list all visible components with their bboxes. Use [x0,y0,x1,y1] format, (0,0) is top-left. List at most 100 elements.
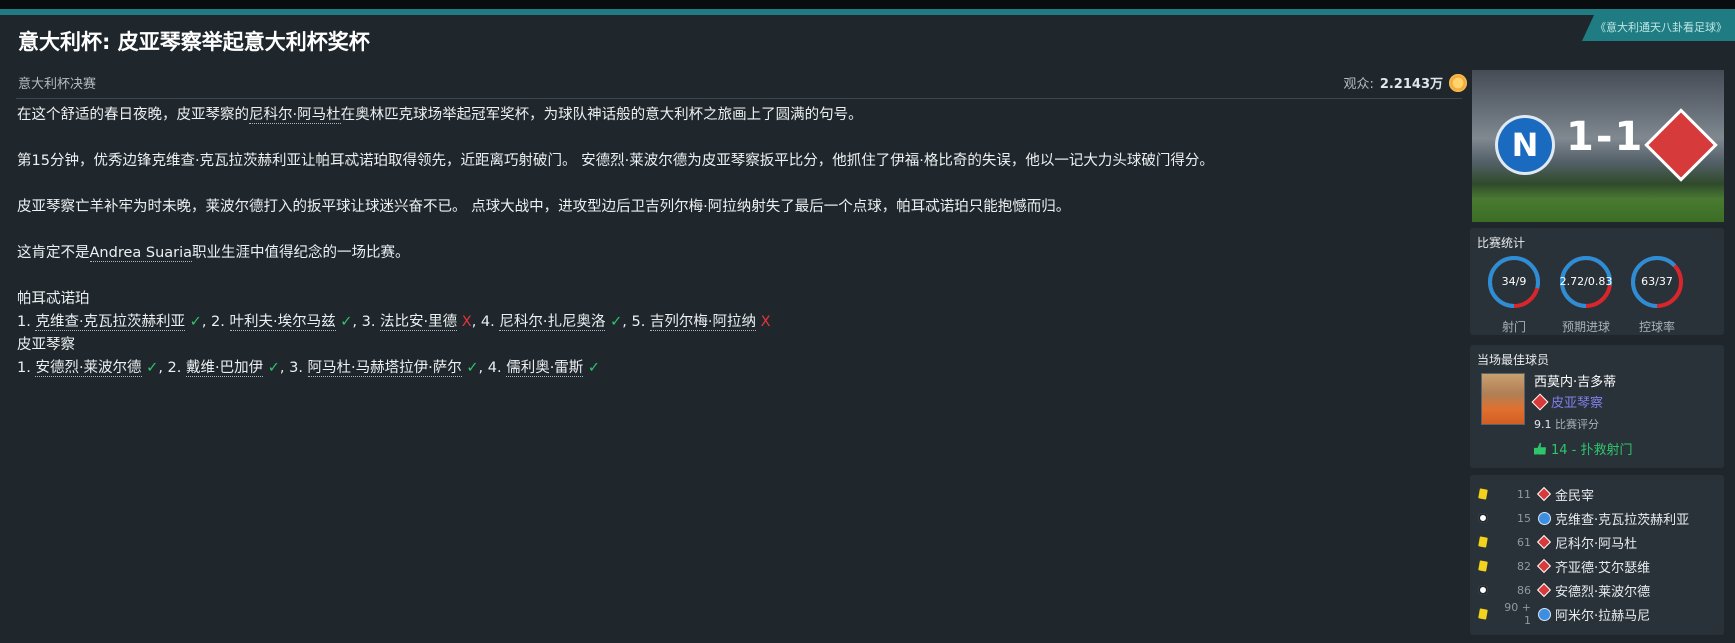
stat-value: 63/37 [1641,275,1673,288]
source-tag[interactable]: 《意大利通天八卦看足球》 [1582,15,1735,41]
yellow-card-icon-wrap [1470,608,1496,620]
thumbs-up-icon [1534,442,1546,455]
penalty-number: 5. [631,314,646,330]
piacenza-badge-icon [1536,582,1552,598]
yellow-card-icon-wrap [1470,488,1496,500]
event-row[interactable]: 82 齐亚德·艾尔瑟维 [1470,555,1724,577]
penalty-taker[interactable]: 儒利奥·雷斯 [506,360,584,377]
event-minute: 82 [1517,559,1531,573]
motm-title: 当场最佳球员 [1477,353,1550,367]
stat-2[interactable]: 63/37 控球率 [1627,252,1687,335]
event-minute: 11 [1517,487,1531,501]
penalty-missed-icon: X [760,314,771,330]
penalty-taker[interactable]: 法比安·里德 [380,314,458,331]
event-row[interactable]: 90 + 1 阿米尔·拉赫马尼 [1470,601,1724,627]
event-player[interactable]: 安德烈·莱波尔德 [1555,581,1650,600]
penalty-taker[interactable]: 戴维·巴加伊 [186,360,264,377]
goal-icon-wrap [1470,585,1496,595]
stat-0[interactable]: 34/9 射门 [1484,252,1544,335]
penalty-number: 1. [17,360,31,376]
motm-highlight-text: 14 - 扑救射门 [1551,443,1633,458]
penalty-taker[interactable]: 克维查·克瓦拉茨赫利亚 [35,314,186,331]
report-paragraph-3: 皮亚琴察亡羊补牢为时未晚，莱波尔德打入的扳平球让球迷兴奋不已。 点球大战中，进攻… [17,199,1071,215]
event-player[interactable]: 齐亚德·艾尔瑟维 [1555,557,1650,576]
score-separator: - [1595,114,1615,160]
top-accent-line [0,9,1735,15]
penalty-scored-icon: ✓ [466,360,479,376]
event-row[interactable]: 15 克维查·克瓦拉茨赫利亚 [1470,507,1724,529]
player-link[interactable]: Andrea Suaria [89,245,193,262]
yellow-card-icon-wrap [1470,536,1496,548]
penalty-scored-icon: ✓ [587,360,601,376]
penalty-scored-icon: ✓ [610,314,623,330]
headline: 意大利杯: 皮亚琴察举起意大利杯奖杯 [18,30,370,54]
penalty-number: 2. [167,360,182,376]
penalty-missed-icon: X [461,314,472,330]
competition-label: 意大利杯决赛 [18,77,97,92]
motm-club[interactable]: 皮亚琴察 [1531,392,1604,411]
player-of-match-panel: 当场最佳球员 西莫内·吉多蒂 皮亚琴察 9.1 比赛评分 14 - 扑救射门 [1470,345,1724,468]
stat-label: 射门 [1501,320,1526,334]
rating-value: 9.1 [1534,418,1552,431]
player-link[interactable]: 尼科尔·阿马杜 [249,107,341,124]
match-report: 在这个舒适的春日夜晚，皮亚琴察的尼科尔·阿马杜在奥林匹克球场举起冠军奖杯，为球队… [17,104,1457,380]
penalty-scored-icon: ✓ [189,314,202,330]
event-row[interactable]: 61 尼科尔·阿马杜 [1470,531,1724,553]
stat-1[interactable]: 2.72/0.83 预期进球 [1556,252,1616,335]
away-team-logo[interactable] [1648,112,1714,178]
motm-player-name[interactable]: 西莫内·吉多蒂 [1534,371,1616,390]
penalty-shootout: 帕耳忒诺珀 1. 克维查·克瓦拉茨赫利亚 ✓, 2. 叶利夫·埃尔马兹 ✓, 3… [17,288,1457,380]
penalty-taker[interactable]: 吉列尔梅·阿拉纳 [649,314,757,331]
motm-club-name: 皮亚琴察 [1551,396,1604,411]
home-team-logo[interactable]: N [1498,118,1552,172]
penalty-away-list: 1. 安德烈·莱波尔德 ✓, 2. 戴维·巴加伊 ✓, 3. 阿马杜·马赫塔拉伊… [17,360,601,377]
team-badge-wrap [1536,558,1552,574]
penalty-scored-icon: ✓ [146,360,159,376]
event-minute: 90 + 1 [1504,601,1531,627]
event-minute: 15 [1517,511,1531,525]
penalty-scored-icon: ✓ [267,360,280,376]
napoli-badge-icon [1538,512,1550,524]
stats-title: 比赛统计 [1477,236,1526,250]
goal-icon [1478,585,1488,595]
event-row[interactable]: 86 安德烈·莱波尔德 [1470,579,1724,601]
team-badge-wrap [1537,512,1551,524]
attendance: 观众: 2.2143万 [1343,73,1467,92]
yellow-card-icon [1478,608,1488,620]
stat-value: 2.72/0.83 [1559,275,1613,288]
rating-label: 比赛评分 [1555,418,1599,431]
penalty-taker[interactable]: 叶利夫·埃尔马兹 [229,314,336,331]
attendance-value: 2.2143万 [1379,77,1443,92]
stat-label: 预期进球 [1561,320,1610,334]
report-paragraph-4: 这肯定不是Andrea Suaria职业生涯中值得纪念的一场比赛。 [17,242,1457,265]
scoreboard[interactable]: N 1-1 [1472,70,1724,222]
weather-sunny-icon [1449,73,1467,92]
report-text: 在这个舒适的春日夜晚，皮亚琴察的 [17,107,249,123]
penalty-number: 2. [211,314,225,330]
team-badge-wrap [1536,486,1552,502]
event-player[interactable]: 克维查·克瓦拉茨赫利亚 [1555,509,1689,528]
event-player[interactable]: 金民宰 [1555,485,1594,504]
yellow-card-icon-wrap [1470,560,1496,572]
penalty-number: 1. [17,314,31,330]
event-minute: 61 [1517,535,1531,549]
penalty-number: 4. [480,314,495,330]
event-player[interactable]: 尼科尔·阿马杜 [1555,533,1637,552]
penalty-taker[interactable]: 安德烈·莱波尔德 [35,360,142,377]
penalty-taker[interactable]: 尼科尔·扎尼奥洛 [499,314,606,331]
penalty-number: 4. [487,360,502,376]
report-text: 在奥林匹克球场举起冠军奖杯，为球队神话般的意大利杯之旅画上了圆满的句号。 [340,107,863,123]
final-score: 1-1 [1566,114,1644,160]
goal-icon [1478,513,1488,523]
report-text: 这肯定不是 [17,245,90,261]
goal-icon-wrap [1470,513,1496,523]
event-row[interactable]: 11 金民宰 [1470,483,1724,505]
piacenza-badge-icon [1536,486,1552,502]
event-player[interactable]: 阿米尔·拉赫马尼 [1555,605,1650,624]
attendance-label: 观众: [1343,77,1374,92]
penalty-taker[interactable]: 阿马杜·马赫塔拉伊·萨尔 [307,360,462,377]
player-avatar[interactable] [1481,373,1525,425]
club-badge-icon [1531,393,1549,410]
away-score: 1 [1614,114,1645,160]
penalty-home-list: 1. 克维查·克瓦拉茨赫利亚 ✓, 2. 叶利夫·埃尔马兹 ✓, 3. 法比安·… [17,314,771,331]
